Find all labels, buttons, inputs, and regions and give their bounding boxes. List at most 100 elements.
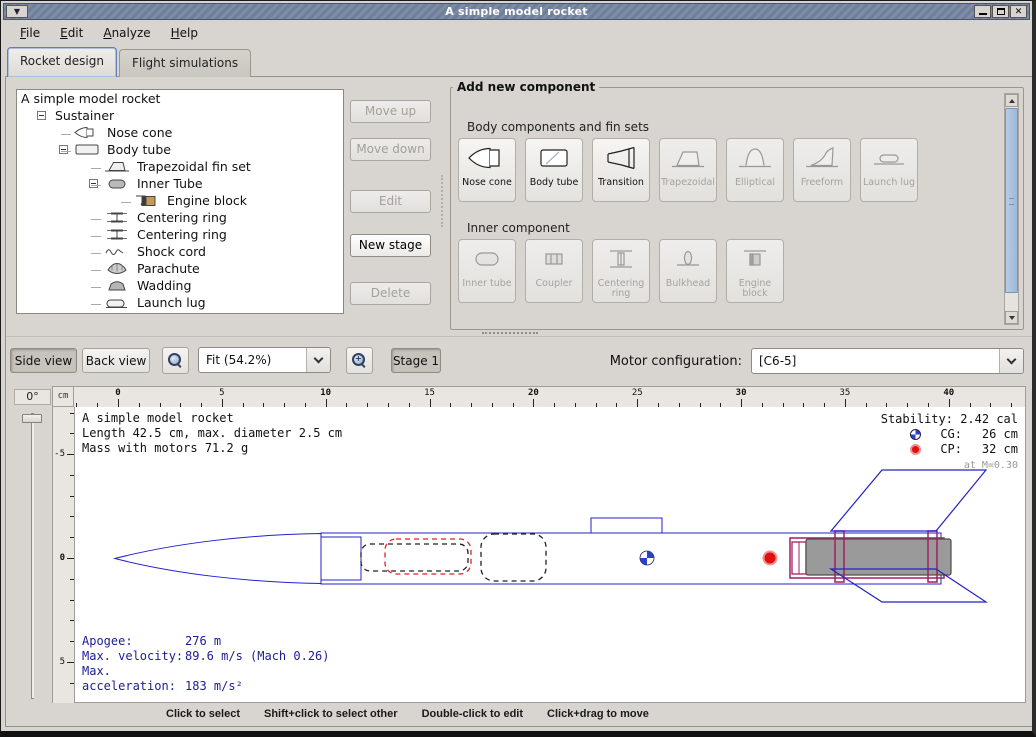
tree-connector: [91, 270, 101, 271]
fin-top-shape[interactable]: [831, 470, 986, 531]
launch-lug-shape[interactable]: [591, 518, 662, 533]
side-view-button[interactable]: Side view: [10, 348, 77, 373]
scroll-up-icon[interactable]: [1005, 94, 1018, 107]
tree-item-label: Engine block: [167, 193, 247, 208]
window-menu-icon[interactable]: ▼: [6, 5, 28, 18]
tree-item-centering-ring[interactable]: Centering ring: [17, 209, 343, 226]
motor-configuration-select[interactable]: [C6-5]: [751, 348, 1024, 374]
magnifier-icon: [168, 353, 183, 368]
vertical-ruler: -505: [52, 407, 74, 703]
zoom-in-button[interactable]: +: [346, 347, 373, 374]
centering-ring-icon: [103, 211, 131, 224]
add-nose-cone-button[interactable]: Nose cone: [458, 138, 516, 202]
status-bar: Click to selectShift+click to select oth…: [6, 704, 1032, 724]
tree-expander-icon[interactable]: [37, 111, 46, 120]
back-view-button[interactable]: Back view: [82, 348, 150, 373]
split-pane-divider[interactable]: [6, 336, 1032, 337]
engine-block-icon: [735, 246, 775, 276]
nose-cone-icon: [467, 145, 507, 175]
ruler-tick: [67, 558, 74, 559]
nose-cone-shape[interactable]: [115, 534, 321, 584]
tree-item-launch-lug[interactable]: Launch lug: [17, 294, 343, 311]
tree-item-sustainer[interactable]: Sustainer: [17, 107, 343, 124]
status-hint: Click to select: [166, 708, 240, 720]
tree-expander-icon[interactable]: [59, 145, 68, 154]
rocket-figure-canvas[interactable]: A simple model rocket Length 42.5 cm, ma…: [74, 407, 1026, 703]
close-button[interactable]: ✕: [1010, 5, 1027, 18]
tree-connector: [91, 287, 101, 288]
tree-item-engine-block[interactable]: Engine block: [17, 192, 343, 209]
add-launch-lug-button: Launch lug: [860, 138, 918, 202]
tree-item-centering-ring[interactable]: Centering ring: [17, 226, 343, 243]
rotation-slider-track[interactable]: [31, 413, 34, 699]
menu-bar: FileEditAnalyzeHelp: [3, 22, 1030, 44]
component-button-label: Trapezoidal: [661, 178, 715, 188]
inner-tube-icon: [103, 177, 131, 190]
tree-item-label: A simple model rocket: [21, 91, 160, 106]
ruler-label: 0: [108, 388, 128, 398]
stability-info: Stability: 2.42 cal CG:26 cm CP:32 cm at…: [881, 412, 1018, 473]
rotation-slider-handle[interactable]: [22, 414, 42, 423]
minimize-button[interactable]: [974, 5, 991, 18]
new-stage-button[interactable]: New stage: [350, 234, 431, 257]
tree-item-body-tube[interactable]: Body tube: [17, 141, 343, 158]
edit-button: Edit: [350, 190, 431, 213]
launch-lug-icon: [103, 296, 131, 309]
combo-dropdown-button[interactable]: [999, 349, 1023, 373]
elliptical-fin-icon: [735, 145, 775, 175]
tree-connector: [91, 185, 101, 186]
menu-item-edit[interactable]: Edit: [51, 23, 92, 43]
add-trapezoidal-button: Trapezoidal: [659, 138, 717, 202]
ruler-label: 5: [212, 388, 232, 398]
rocket-name: A simple model rocket: [82, 411, 342, 426]
combo-dropdown-button[interactable]: [306, 348, 330, 372]
ruler-tick: [118, 399, 119, 407]
centering-ring-icon: [601, 246, 641, 276]
add-centering-ring-button: Centering ring: [592, 239, 650, 303]
ruler-label: 40: [939, 388, 959, 398]
ruler-label: 30: [731, 388, 751, 398]
component-button-label: Nose cone: [462, 178, 512, 188]
tree-item-label: Shock cord: [137, 244, 206, 259]
launch-lug-icon: [869, 145, 909, 175]
tree-connector: [91, 253, 101, 254]
ruler-tick: [67, 454, 74, 455]
title-bar[interactable]: ▼ A simple model rocket ✕: [3, 3, 1030, 20]
zoom-out-button[interactable]: [162, 347, 189, 374]
component-button-row: Nose coneBody tubeTransitionTrapezoidalE…: [458, 138, 918, 202]
tree-item-nose-cone[interactable]: Nose cone: [17, 124, 343, 141]
add-panel-scrollbar[interactable]: [1004, 93, 1019, 325]
add-component-title: Add new component: [453, 80, 599, 94]
add-freeform-button: Freeform: [793, 138, 851, 202]
window-title: A simple model rocket: [4, 5, 1029, 18]
horizontal-ruler: 0510152025303540: [74, 386, 1026, 407]
stage-1-toggle[interactable]: Stage 1: [391, 348, 441, 373]
menu-item-file[interactable]: File: [11, 23, 49, 43]
tree-expander-icon[interactable]: [89, 179, 98, 188]
tree-item-shock-cord[interactable]: Shock cord: [17, 243, 343, 260]
tree-item-parachute[interactable]: Parachute: [17, 260, 343, 277]
zoom-select[interactable]: Fit (54.2%): [198, 347, 331, 373]
nose-shoulder-shape[interactable]: [321, 537, 361, 580]
component-tree[interactable]: A simple model rocketSustainerNose coneB…: [16, 89, 344, 314]
status-hint: Click+drag to move: [547, 708, 649, 720]
tab-bar: Rocket designFlight simulations: [7, 47, 251, 77]
scrollbar-thumb[interactable]: [1005, 108, 1018, 293]
menu-item-help[interactable]: Help: [162, 23, 207, 43]
tab-rocket-design[interactable]: Rocket design: [7, 47, 117, 77]
tree-item-a-simple-model-rocket[interactable]: A simple model rocket: [17, 90, 343, 107]
tree-item-wadding[interactable]: Wadding: [17, 277, 343, 294]
rocket-info: A simple model rocket Length 42.5 cm, ma…: [82, 411, 342, 456]
add-transition-button[interactable]: Transition: [592, 138, 650, 202]
add-body-tube-button[interactable]: Body tube: [525, 138, 583, 202]
menu-item-analyze[interactable]: Analyze: [94, 23, 159, 43]
tree-item-inner-tube[interactable]: Inner Tube: [17, 175, 343, 192]
split-pane-handle[interactable]: [482, 332, 538, 334]
ruler-label: 10: [316, 388, 336, 398]
tree-item-label: Launch lug: [137, 295, 206, 310]
tree-item-trapezoidal-fin-set[interactable]: Trapezoidal fin set: [17, 158, 343, 175]
tab-flight-simulations[interactable]: Flight simulations: [119, 49, 251, 77]
tree-connector: [91, 236, 101, 237]
scroll-down-icon[interactable]: [1005, 311, 1018, 324]
maximize-button[interactable]: [992, 5, 1009, 18]
